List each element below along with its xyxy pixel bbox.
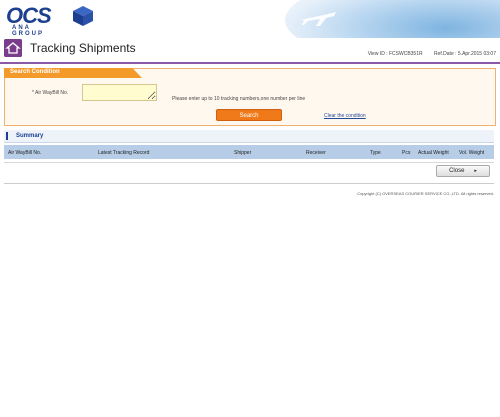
arrow-right-icon: ▸ [474,168,477,174]
awb-hint: Please enter up to 10 tracking numbers,o… [172,96,306,102]
column-header-receiver[interactable]: Receiver [306,150,326,156]
page-title: Tracking Shipments [30,41,136,55]
logo-subtext: ANA GROUP [12,25,45,37]
close-button[interactable]: Close ▸ [436,165,490,177]
copyright-text: Copyright (C) OVERSEAS COURIER SERVICE C… [357,191,494,196]
home-icon[interactable] [4,39,22,57]
column-header-shipper[interactable]: Shipper [234,150,251,156]
page-header: OCS ANA GROUP [0,0,500,38]
summary-header [4,130,494,143]
view-id: View ID : FCSWCB351R [367,51,423,57]
column-header-awb[interactable]: Air WayBill No. [8,150,41,156]
column-header-pcs[interactable]: Pcs [402,150,410,156]
column-header-latest-record[interactable]: Latest Tracking Record [98,150,149,156]
column-header-actual-weight[interactable]: Actual Weight [418,150,449,156]
close-button-label: Close [449,168,465,174]
page-meta: View ID : FCSWCB351R Ref.Date : 5.Apr.20… [358,51,496,57]
package-cube-icon [73,6,93,26]
search-condition-label: Search Condition [10,69,60,75]
clear-condition-link[interactable]: Clear the condition [324,113,366,119]
search-button[interactable]: Search [216,109,282,121]
ref-date: Ref.Date : 5.Apr.2015 03:07 [434,51,496,57]
footer-divider [4,183,494,184]
airplane-icon [300,12,336,26]
summary-title: Summary [16,133,44,139]
summary-marker [6,132,8,140]
search-condition-tab: Search Condition [4,68,142,78]
title-bar: Tracking Shipments View ID : FCSWCB351R … [0,38,500,64]
column-header-type[interactable]: Type [370,150,381,156]
awb-label: * Air WayBill No. [32,90,69,96]
column-header-vol-weight[interactable]: Vol. Weight [459,150,484,156]
awb-input[interactable] [82,84,157,101]
divider [4,162,494,163]
